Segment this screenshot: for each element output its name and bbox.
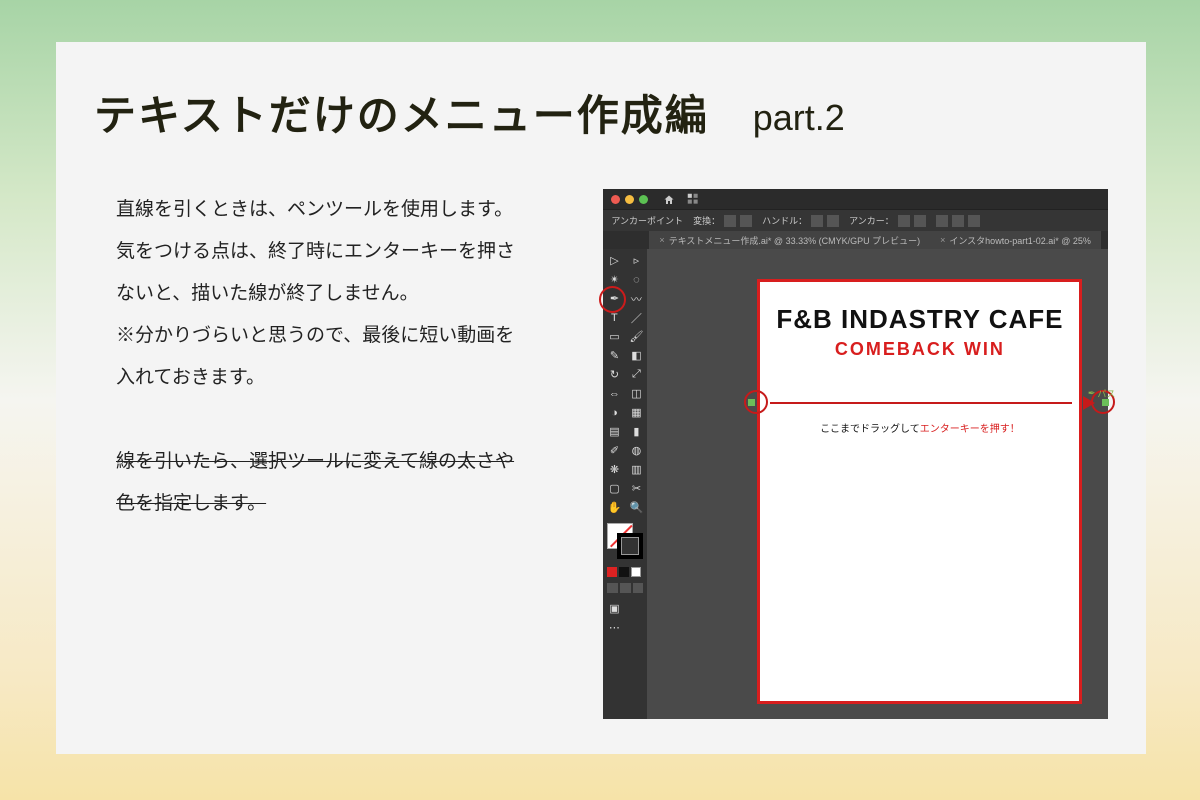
draw-mode-icon[interactable] bbox=[607, 583, 618, 593]
body-row: 直線を引くときは、ペンツールを使用します。 気をつける点は、終了時にエンターキー… bbox=[94, 189, 1108, 719]
home-icon[interactable] bbox=[663, 193, 675, 205]
paragraph-strike: 色を指定します。 bbox=[116, 483, 583, 525]
annotation-arrow bbox=[750, 390, 1095, 416]
stroke-swatch-icon[interactable] bbox=[617, 533, 643, 559]
cursor-pen-icon: ✒ bbox=[1088, 388, 1096, 399]
align-icon[interactable] bbox=[968, 215, 980, 227]
annotation-caption: ここまでドラッグしてエンターキーを押す！ bbox=[760, 420, 1079, 435]
blend-tool-icon[interactable]: ◍ bbox=[625, 441, 647, 460]
artboard: F&B INDASTRY CAFE COMEBACK WIN ここまでドラッグし… bbox=[757, 279, 1082, 704]
mesh-tool-icon[interactable]: ▤ bbox=[603, 422, 625, 441]
minimize-icon[interactable] bbox=[625, 195, 634, 204]
color-swatch[interactable] bbox=[619, 567, 629, 577]
type-tool-icon[interactable]: T bbox=[603, 308, 625, 327]
document-tab[interactable]: × インスタhowto-part1-02.ai* @ 25% bbox=[930, 231, 1101, 249]
graph-tool-icon[interactable]: ▥ bbox=[625, 460, 647, 479]
paragraph-line: ※分かりづらいと思うので、最後に短い動画を bbox=[116, 315, 583, 357]
fill-stroke-swatch[interactable] bbox=[607, 523, 643, 559]
document-tab[interactable]: × テキストメニュー作成.ai* @ 33.33% (CMYK/GPU プレビュ… bbox=[649, 231, 930, 249]
color-swatch[interactable] bbox=[607, 567, 617, 577]
gradient-tool-icon[interactable]: ▮ bbox=[625, 422, 647, 441]
artboard-title: F&B INDASTRY CAFE bbox=[760, 304, 1079, 335]
handle-show-icon[interactable] bbox=[827, 215, 839, 227]
draw-mode-icon[interactable] bbox=[620, 583, 631, 593]
anchor-add-icon[interactable] bbox=[914, 215, 926, 227]
scale-tool-icon[interactable]: ⤢ bbox=[625, 365, 647, 384]
ctrl-label-handle: ハンドル： bbox=[762, 214, 807, 227]
draw-mode-icon[interactable] bbox=[633, 583, 644, 593]
convert-corner-icon[interactable] bbox=[724, 215, 736, 227]
path-tooltip-label: パス bbox=[1097, 387, 1115, 400]
caption-text: ここまでドラッグして bbox=[820, 424, 920, 435]
none-swatch-icon[interactable] bbox=[631, 567, 641, 577]
shape-builder-tool-icon[interactable]: ◑ bbox=[603, 403, 625, 422]
close-tab-icon[interactable]: × bbox=[659, 235, 664, 245]
illustrator-main: ▷▹ ✴◌ ✒〰 T／ ▭🖌 ✎◧ ↻⤢ ⇔◫ ◑▦ ▤▮ ✐◍ ❋▥ ▢✂ ✋… bbox=[603, 249, 1108, 719]
eyedropper-tool-icon[interactable]: ✐ bbox=[603, 441, 625, 460]
tutorial-card: テキストだけのメニュー作成編 part.2 直線を引くときは、ペンツールを使用し… bbox=[56, 42, 1146, 754]
control-bar: アンカーポイント 変換： ハンドル： アンカー： bbox=[603, 209, 1108, 231]
tab-label: インスタhowto-part1-02.ai* @ 25% bbox=[949, 234, 1091, 247]
paragraph-line: ないと、描いた線が終了しません。 bbox=[116, 273, 583, 315]
paragraph-line: 気をつける点は、終了時にエンターキーを押さ bbox=[116, 231, 583, 273]
anchor-point-icon bbox=[748, 399, 755, 406]
canvas[interactable]: F&B INDASTRY CAFE COMEBACK WIN ここまでドラッグし… bbox=[647, 249, 1108, 719]
handle-cut-icon[interactable] bbox=[811, 215, 823, 227]
width-tool-icon[interactable]: ⇔ bbox=[603, 384, 625, 403]
ctrl-label-anchor-point: アンカーポイント bbox=[611, 214, 683, 227]
document-tabs: × テキストメニュー作成.ai* @ 33.33% (CMYK/GPU プレビュ… bbox=[603, 231, 1108, 249]
rectangle-tool-icon[interactable]: ▭ bbox=[603, 327, 625, 346]
perspective-tool-icon[interactable]: ▦ bbox=[625, 403, 647, 422]
slice-tool-icon[interactable]: ✂ bbox=[625, 479, 647, 498]
window-titlebar bbox=[603, 189, 1108, 209]
shaper-tool-icon[interactable]: ✎ bbox=[603, 346, 625, 365]
artboard-subtitle: COMEBACK WIN bbox=[760, 339, 1079, 360]
convert-smooth-icon[interactable] bbox=[740, 215, 752, 227]
direct-selection-tool-icon[interactable]: ▹ bbox=[625, 251, 647, 270]
maximize-icon[interactable] bbox=[639, 195, 648, 204]
eraser-tool-icon[interactable]: ◧ bbox=[625, 346, 647, 365]
workspace-switcher-icon[interactable] bbox=[686, 192, 700, 206]
anchor-point-icon bbox=[1102, 399, 1109, 406]
screen-mode-icon[interactable]: ▣ bbox=[603, 599, 625, 618]
title-row: テキストだけのメニュー作成編 part.2 bbox=[94, 82, 1108, 143]
part-label: part.2 bbox=[753, 97, 845, 139]
magic-wand-tool-icon[interactable]: ✴ bbox=[603, 270, 625, 289]
free-transform-tool-icon[interactable]: ◫ bbox=[625, 384, 647, 403]
page-title: テキストだけのメニュー作成編 bbox=[94, 82, 709, 143]
paintbrush-tool-icon[interactable]: 🖌 bbox=[625, 327, 647, 346]
illustrator-window: アンカーポイント 変換： ハンドル： アンカー： × テキストメニュー作成.ai… bbox=[603, 189, 1108, 719]
close-icon[interactable] bbox=[611, 195, 620, 204]
artboard-tool-icon[interactable]: ▢ bbox=[603, 479, 625, 498]
rotate-tool-icon[interactable]: ↻ bbox=[603, 365, 625, 384]
paragraph-line: 直線を引くときは、ペンツールを使用します。 bbox=[116, 189, 583, 231]
annotation-line bbox=[770, 402, 1072, 404]
caption-emphasis: エンターキーを押す！ bbox=[920, 424, 1020, 435]
align-icon[interactable] bbox=[952, 215, 964, 227]
line-tool-icon[interactable]: ／ bbox=[625, 308, 647, 327]
ctrl-label-anchor: アンカー： bbox=[849, 214, 894, 227]
tab-label: テキストメニュー作成.ai* @ 33.33% (CMYK/GPU プレビュー) bbox=[669, 234, 920, 247]
curvature-tool-icon[interactable]: 〰 bbox=[625, 289, 647, 308]
pen-tool-icon[interactable]: ✒ bbox=[603, 289, 625, 308]
edit-toolbar-icon[interactable]: ⋯ bbox=[603, 618, 625, 637]
paragraph-line: 入れておきます。 bbox=[116, 357, 583, 399]
article-text: 直線を引くときは、ペンツールを使用します。 気をつける点は、終了時にエンターキー… bbox=[94, 189, 583, 719]
path-tooltip: ✒ パス bbox=[1088, 387, 1116, 400]
ctrl-label-convert: 変換： bbox=[693, 214, 720, 227]
align-icon[interactable] bbox=[936, 215, 948, 227]
selection-tool-icon[interactable]: ▷ bbox=[603, 251, 625, 270]
symbol-sprayer-tool-icon[interactable]: ❋ bbox=[603, 460, 625, 479]
tools-panel: ▷▹ ✴◌ ✒〰 T／ ▭🖌 ✎◧ ↻⤢ ⇔◫ ◑▦ ▤▮ ✐◍ ❋▥ ▢✂ ✋… bbox=[603, 249, 647, 719]
anchor-remove-icon[interactable] bbox=[898, 215, 910, 227]
lasso-tool-icon[interactable]: ◌ bbox=[625, 270, 647, 289]
paragraph-strike: 線を引いたら、選択ツールに変えて線の太さや bbox=[116, 441, 583, 483]
hand-tool-icon[interactable]: ✋ bbox=[603, 498, 625, 517]
close-tab-icon[interactable]: × bbox=[940, 235, 945, 245]
zoom-tool-icon[interactable]: 🔍 bbox=[625, 498, 647, 517]
